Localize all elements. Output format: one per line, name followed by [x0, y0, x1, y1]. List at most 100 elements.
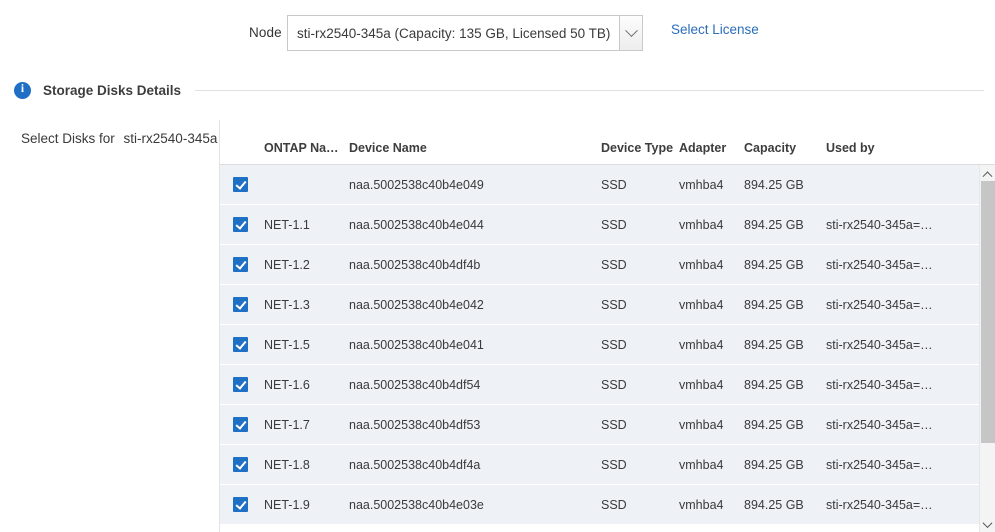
- checkbox-checked-icon[interactable]: [233, 337, 248, 352]
- cell-capacity: 894.25 GB: [744, 378, 826, 392]
- storage-disks-table: ONTAP Na… Device Name Device Type Adapte…: [219, 120, 995, 532]
- column-header-used-by[interactable]: Used by: [826, 141, 995, 164]
- table-row[interactable]: NET-1.8naa.5002538c40b4df4aSSDvmhba4894.…: [220, 445, 995, 485]
- cell-adapter: vmhba4: [679, 338, 744, 352]
- cell-device-type: SSD: [601, 218, 679, 232]
- checkbox-checked-icon[interactable]: [233, 417, 248, 432]
- scroll-down-icon[interactable]: [980, 516, 995, 532]
- cell-capacity: 894.25 GB: [744, 458, 826, 472]
- cell-used-by: sti-rx2540-345a=…: [826, 498, 995, 512]
- cell-device-name: naa.5002538c40b4e041: [349, 338, 601, 352]
- row-checkbox-cell[interactable]: [220, 217, 264, 232]
- column-header-adapter[interactable]: Adapter: [679, 141, 744, 164]
- select-disks-prefix: Select Disks for: [21, 131, 115, 146]
- cell-adapter: vmhba4: [679, 378, 744, 392]
- table-scrollbar[interactable]: [979, 165, 995, 532]
- cell-device-name: naa.5002538c40b4df4a: [349, 458, 601, 472]
- cell-device-name: naa.5002538c40b4e044: [349, 218, 601, 232]
- cell-capacity: 894.25 GB: [744, 418, 826, 432]
- cell-used-by: sti-rx2540-345a=…: [826, 458, 995, 472]
- table-row[interactable]: NET-1.1naa.5002538c40b4e044SSDvmhba4894.…: [220, 205, 995, 245]
- cell-ontap-name: NET-1.3: [264, 298, 349, 312]
- row-checkbox-cell[interactable]: [220, 377, 264, 392]
- checkbox-checked-icon[interactable]: [233, 457, 248, 472]
- cell-device-type: SSD: [601, 498, 679, 512]
- checkbox-checked-icon[interactable]: [233, 257, 248, 272]
- cell-adapter: vmhba4: [679, 258, 744, 272]
- cell-device-name: naa.5002538c40b4df53: [349, 418, 601, 432]
- table-row[interactable]: NET-1.9naa.5002538c40b4e03eSSDvmhba4894.…: [220, 485, 995, 525]
- cell-capacity: 894.25 GB: [744, 298, 826, 312]
- cell-ontap-name: NET-1.5: [264, 338, 349, 352]
- row-checkbox-cell[interactable]: [220, 417, 264, 432]
- checkbox-checked-icon[interactable]: [233, 217, 248, 232]
- cell-ontap-name: NET-1.9: [264, 498, 349, 512]
- cell-device-type: SSD: [601, 338, 679, 352]
- row-checkbox-cell[interactable]: [220, 297, 264, 312]
- checkbox-checked-icon[interactable]: [233, 297, 248, 312]
- scrollbar-thumb[interactable]: [981, 181, 995, 443]
- node-label: Node: [249, 25, 282, 40]
- cell-device-type: SSD: [601, 378, 679, 392]
- checkbox-checked-icon[interactable]: [233, 497, 248, 512]
- cell-ontap-name: NET-1.8: [264, 458, 349, 472]
- node-dropdown[interactable]: sti-rx2540-345a (Capacity: 135 GB, Licen…: [287, 15, 643, 51]
- row-checkbox-cell[interactable]: [220, 457, 264, 472]
- cell-used-by: sti-rx2540-345a=…: [826, 298, 995, 312]
- table-row[interactable]: NET-1.7naa.5002538c40b4df53SSDvmhba4894.…: [220, 405, 995, 445]
- cell-ontap-name: NET-1.7: [264, 418, 349, 432]
- table-row[interactable]: NET-1.2naa.5002538c40b4df4bSSDvmhba4894.…: [220, 245, 995, 285]
- row-checkbox-cell[interactable]: [220, 177, 264, 192]
- cell-capacity: 894.25 GB: [744, 178, 826, 192]
- cell-device-type: SSD: [601, 458, 679, 472]
- cell-adapter: vmhba4: [679, 298, 744, 312]
- column-header-capacity[interactable]: Capacity: [744, 141, 826, 164]
- table-body: naa.5002538c40b4e049SSDvmhba4894.25 GBNE…: [220, 165, 995, 532]
- select-disks-node-name: sti-rx2540-345a: [124, 131, 218, 146]
- node-selector-row: Node sti-rx2540-345a (Capacity: 135 GB, …: [0, 0, 995, 66]
- cell-used-by: sti-rx2540-345a=…: [826, 338, 995, 352]
- cell-capacity: 894.25 GB: [744, 218, 826, 232]
- row-checkbox-cell[interactable]: [220, 337, 264, 352]
- column-header-ontap-name[interactable]: ONTAP Na…: [264, 141, 349, 164]
- cell-device-type: SSD: [601, 418, 679, 432]
- table-header-row: ONTAP Na… Device Name Device Type Adapte…: [220, 120, 995, 165]
- select-disks-label: Select Disks for sti-rx2540-345a: [21, 131, 217, 146]
- cell-device-name: naa.5002538c40b4e03e: [349, 498, 601, 512]
- row-checkbox-cell[interactable]: [220, 257, 264, 272]
- cell-device-name: naa.5002538c40b4df54: [349, 378, 601, 392]
- row-checkbox-cell[interactable]: [220, 497, 264, 512]
- cell-capacity: 894.25 GB: [744, 338, 826, 352]
- cell-ontap-name: NET-1.6: [264, 378, 349, 392]
- cell-adapter: vmhba4: [679, 418, 744, 432]
- checkbox-checked-icon[interactable]: [233, 177, 248, 192]
- table-row[interactable]: naa.5002538c40b4e049SSDvmhba4894.25 GB: [220, 165, 995, 205]
- scroll-up-icon[interactable]: [980, 165, 995, 181]
- table-row[interactable]: NET-1.6naa.5002538c40b4df54SSDvmhba4894.…: [220, 365, 995, 405]
- chevron-down-icon[interactable]: [619, 16, 642, 50]
- cell-ontap-name: NET-1.1: [264, 218, 349, 232]
- cell-used-by: sti-rx2540-345a=…: [826, 378, 995, 392]
- cell-used-by: sti-rx2540-345a=…: [826, 258, 995, 272]
- table-row[interactable]: NET-1.5naa.5002538c40b4e041SSDvmhba4894.…: [220, 325, 995, 365]
- storage-disks-details-header: i Storage Disks Details: [14, 78, 984, 102]
- cell-used-by: sti-rx2540-345a=…: [826, 218, 995, 232]
- checkbox-checked-icon[interactable]: [233, 377, 248, 392]
- column-header-device-type[interactable]: Device Type: [601, 141, 679, 164]
- chevron-up-glyph: [983, 171, 993, 181]
- cell-adapter: vmhba4: [679, 178, 744, 192]
- column-header-checkbox: [220, 155, 264, 164]
- cell-device-name: naa.5002538c40b4e042: [349, 298, 601, 312]
- section-divider: [195, 90, 984, 91]
- column-header-device-name[interactable]: Device Name: [349, 141, 601, 164]
- chevron-down-glyph: [625, 24, 638, 37]
- cell-capacity: 894.25 GB: [744, 498, 826, 512]
- select-license-link[interactable]: Select License: [671, 22, 759, 37]
- table-row[interactable]: NET-1.3naa.5002538c40b4e042SSDvmhba4894.…: [220, 285, 995, 325]
- cell-adapter: vmhba4: [679, 498, 744, 512]
- cell-device-name: naa.5002538c40b4df4b: [349, 258, 601, 272]
- cell-adapter: vmhba4: [679, 458, 744, 472]
- info-icon: i: [14, 82, 31, 99]
- cell-device-type: SSD: [601, 258, 679, 272]
- cell-device-type: SSD: [601, 298, 679, 312]
